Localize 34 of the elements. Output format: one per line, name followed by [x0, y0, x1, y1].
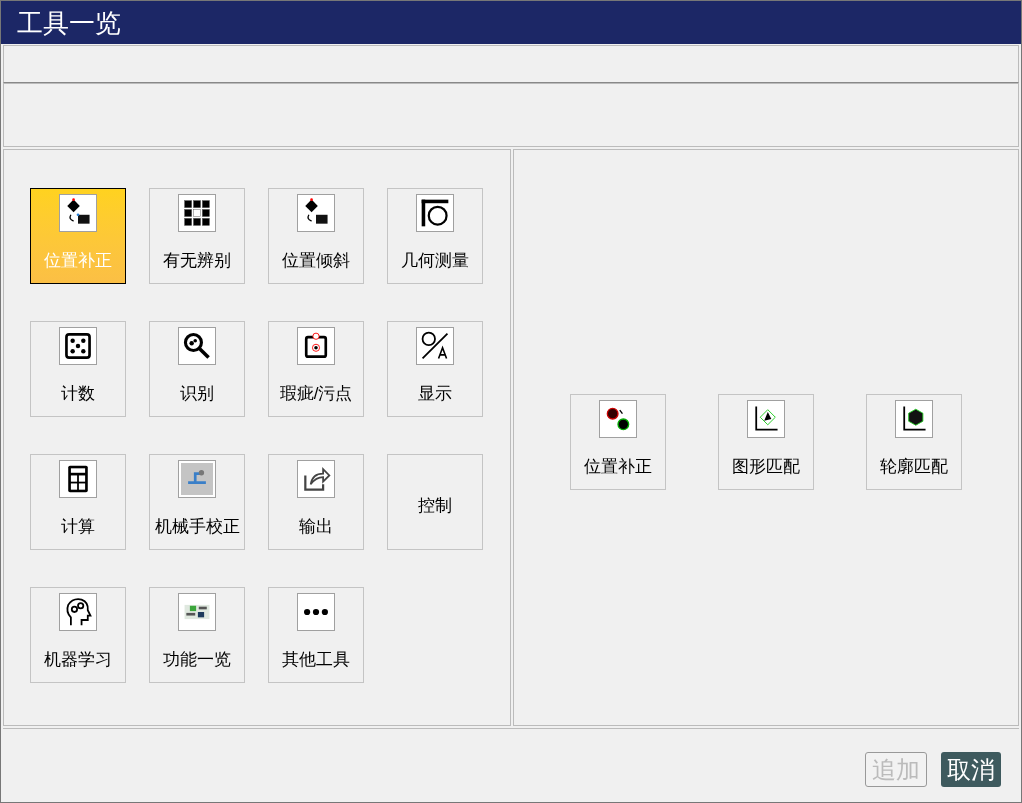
tool-button[interactable]: 几何测量: [387, 188, 483, 284]
window-title: 工具一览: [17, 9, 121, 36]
sub-tool-button[interactable]: 轮廓匹配: [866, 393, 962, 490]
share-icon: [297, 460, 335, 498]
hexagon-axes-icon: [895, 399, 933, 438]
sub-tool-button[interactable]: 图形匹配: [718, 393, 814, 490]
tool-button[interactable]: 位置倾斜: [268, 188, 364, 284]
robot-arm-icon: [178, 460, 216, 498]
tool-button[interactable]: 识别: [149, 321, 245, 417]
tool-button[interactable]: 计算: [30, 454, 126, 550]
grid-icon: [178, 194, 216, 232]
three-dots-icon: [297, 593, 335, 631]
head-gears-icon: [59, 593, 97, 631]
tool-button[interactable]: 有无辨别: [149, 188, 245, 284]
circle-slash-letter-icon: [416, 327, 454, 365]
tool-button[interactable]: 机械手校正: [149, 454, 245, 550]
dice-icon: [59, 327, 97, 365]
tool-button[interactable]: 输出: [268, 454, 364, 550]
sub-tool-button[interactable]: 位置补正: [570, 393, 666, 490]
tool-button[interactable]: 其他工具: [268, 587, 364, 683]
shape-axes-icon: [747, 399, 785, 438]
tool-button[interactable]: 机器学习: [30, 587, 126, 683]
panel-grid-icon: [178, 593, 216, 631]
tool-button[interactable]: 计数: [30, 321, 126, 417]
tool-button[interactable]: 控制: [387, 454, 483, 550]
tilted-shapes-icon: [297, 194, 335, 232]
tool-button[interactable]: 瑕疵/污点: [268, 321, 364, 417]
calculator-icon: [59, 460, 97, 498]
tool-button[interactable]: 显示: [387, 321, 483, 417]
rotate-shapes-icon: [59, 194, 97, 232]
spot-square-icon: [297, 327, 335, 365]
magnifier-icon: [178, 327, 216, 365]
tool-button[interactable]: 功能一览: [149, 587, 245, 683]
dialog-button[interactable]: 取消: [941, 752, 1001, 787]
